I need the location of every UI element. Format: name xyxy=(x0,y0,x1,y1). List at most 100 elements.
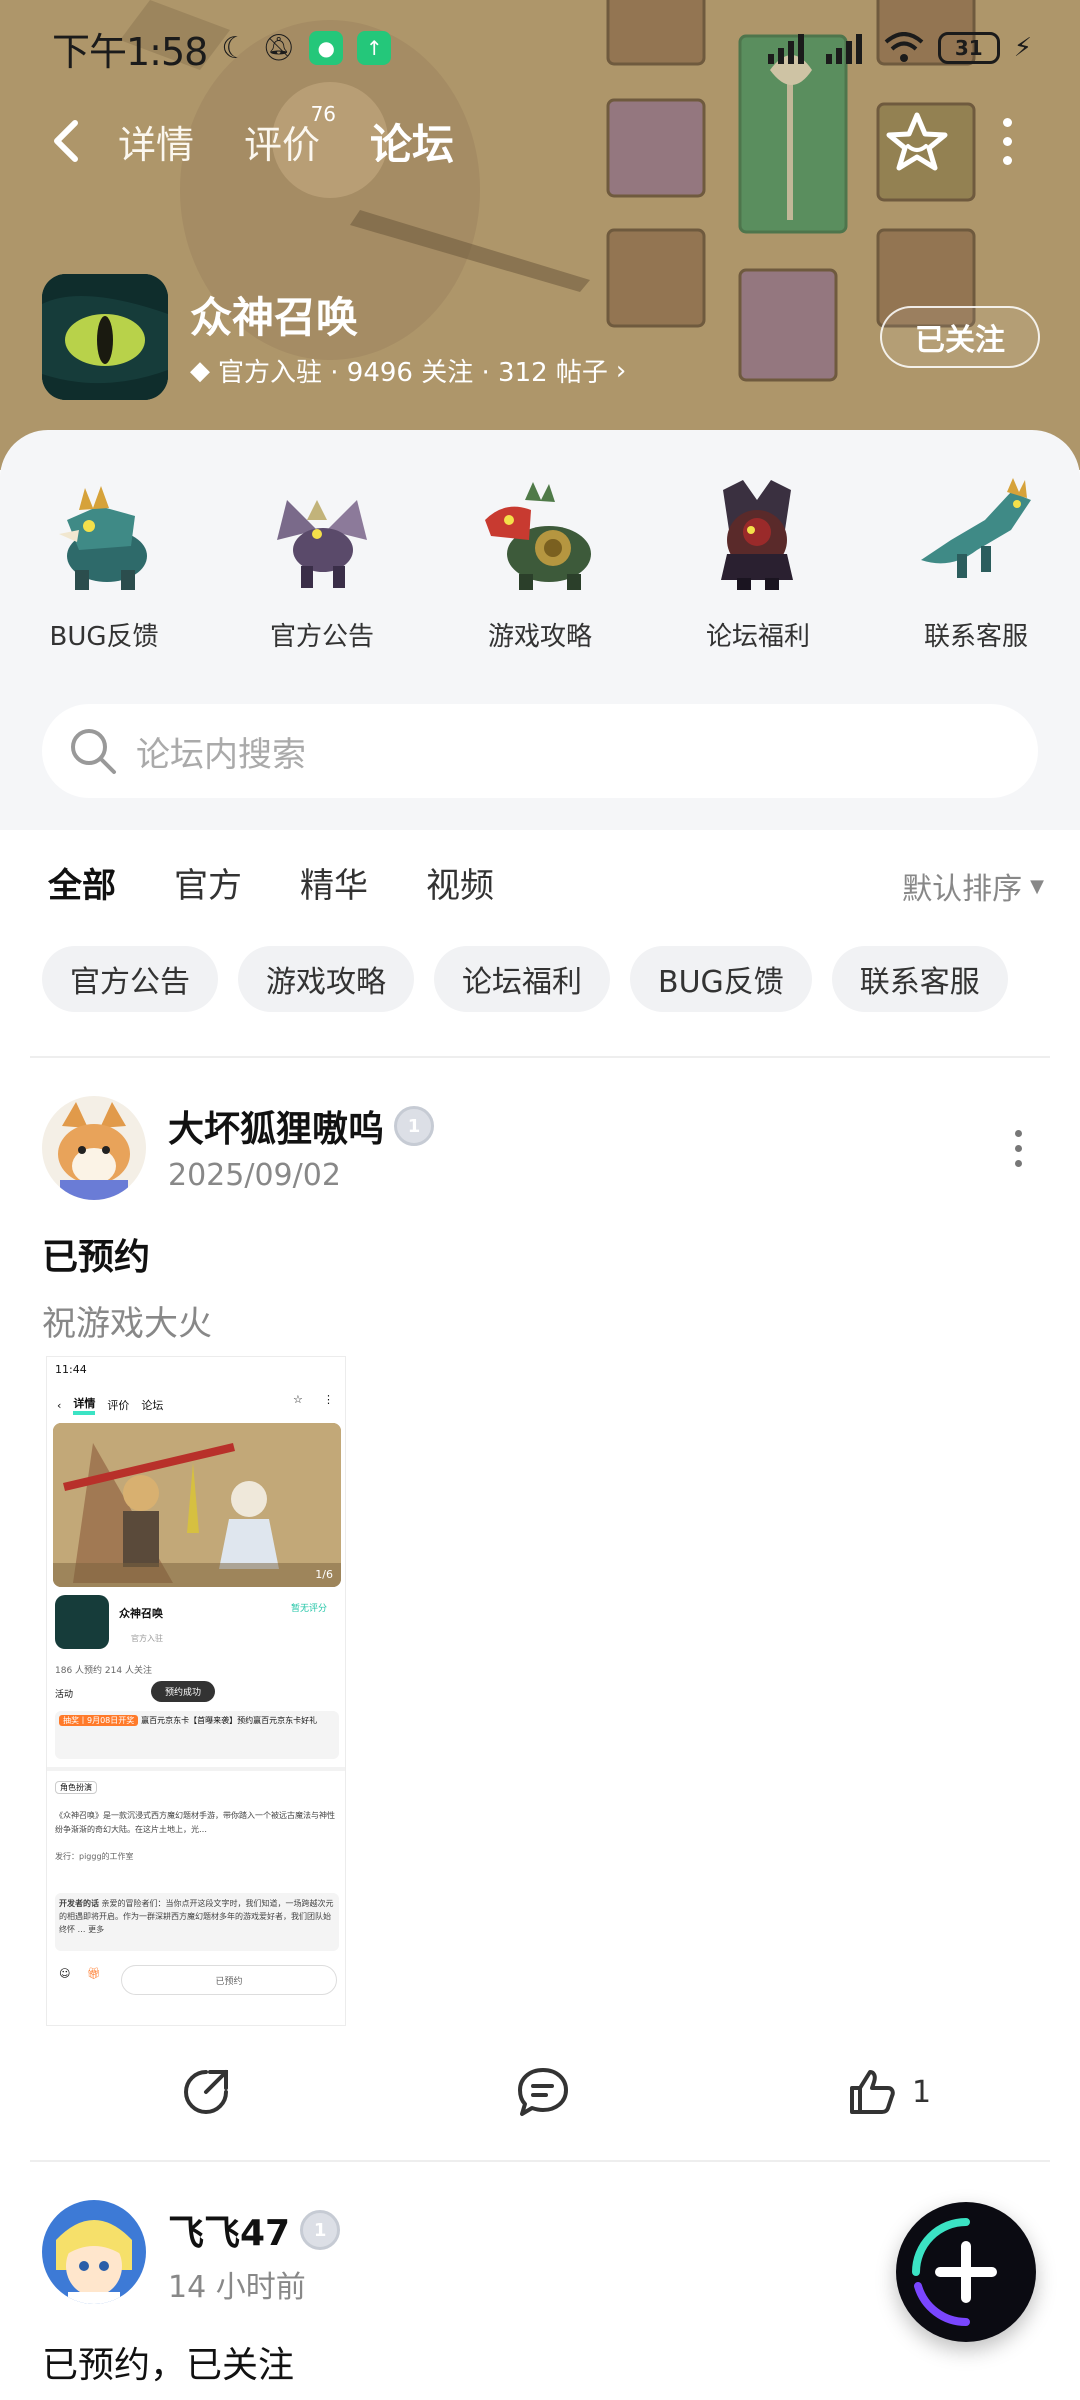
favorite-star-icon[interactable] xyxy=(884,110,950,176)
shot-time: 11:44 xyxy=(55,1363,87,1376)
quick-link-label: 联系客服 xyxy=(923,622,1028,652)
tab-featured[interactable]: 精华 xyxy=(300,858,368,907)
sort-dropdown[interactable]: 默认排序 ▼ xyxy=(902,864,1044,908)
tab-video[interactable]: 视频 xyxy=(426,858,494,907)
tab-reviews[interactable]: 评价 76 xyxy=(244,102,336,169)
post-title[interactable]: 已预约 xyxy=(42,1228,150,1280)
chip-welfare[interactable]: 论坛福利 xyxy=(434,946,610,1012)
shot-dev-note-text: 亲爱的冒险者们：当你点开这段文字时，我们知道，一场跨越次元的相遇即将开启。作为一… xyxy=(59,1899,334,1934)
shot-toast: 预约成功 xyxy=(151,1681,216,1702)
shot-dev: 发行：piggg的工作室 xyxy=(55,1852,134,1861)
tab-details[interactable]: 详情 xyxy=(118,114,194,169)
author-name: 飞飞47 xyxy=(168,2213,291,2254)
create-post-button[interactable] xyxy=(896,2202,1036,2342)
quick-link-label: 官方公告 xyxy=(269,622,374,652)
dragon-bug-icon xyxy=(59,486,147,590)
post-author[interactable]: 飞飞47 1 xyxy=(168,2204,341,2256)
post-body[interactable]: 祝游戏大火 xyxy=(42,1296,212,1345)
shot-dev-note-title: 开发者的话 xyxy=(59,1899,99,1908)
quick-link-label: 游戏攻略 xyxy=(487,622,592,652)
back-button[interactable] xyxy=(46,116,86,166)
share-icon xyxy=(184,2070,228,2114)
quick-link-support[interactable]: 联系客服 xyxy=(886,470,1066,652)
game-info: 众神召唤 ◆ 官方入驻 · 9496 关注 · 312 帖子 › 已关注 xyxy=(42,274,1042,400)
shot-star-icon: ☆ xyxy=(293,1393,303,1406)
shot-game-icon xyxy=(55,1595,109,1649)
quick-link-welfare[interactable]: 论坛福利 xyxy=(668,470,848,652)
shot-role-tag: 角色扮演 xyxy=(55,1781,97,1794)
shot-promo-tag: 抽奖丨9月08日开奖 xyxy=(59,1715,139,1726)
shot-tab: 论坛 xyxy=(141,1399,164,1412)
user-level-badge: 1 xyxy=(394,1106,435,1146)
search-placeholder: 论坛内搜索 xyxy=(136,734,306,775)
diamond-icon: ◆ xyxy=(190,355,210,386)
shot-game-title: 众神召唤 xyxy=(119,1607,163,1620)
quick-link-bug-feedback[interactable]: BUG反馈 xyxy=(14,470,194,652)
more-menu-button[interactable] xyxy=(992,116,1022,166)
quick-link-guides[interactable]: 游戏攻略 xyxy=(450,470,630,652)
game-meta[interactable]: ◆ 官方入驻 · 9496 关注 · 312 帖子 › xyxy=(190,352,626,389)
charging-icon: ⚡ xyxy=(1013,33,1032,63)
quick-links: BUG反馈 官方公告 游戏攻略 论坛福利 联系客服 xyxy=(0,470,1080,652)
post-image-attachment[interactable]: 11:44 ‹ 详情 评价 论坛 ☆ ⋮ 1/6 众神召唤 暂无评分 官方入驻 … xyxy=(46,1356,346,2026)
update-app-icon: ↑ xyxy=(357,31,392,65)
chip-bug-feedback[interactable]: BUG反馈 xyxy=(630,946,812,1012)
signal-icon-2 xyxy=(825,34,862,64)
comment-button[interactable] xyxy=(516,2062,570,2122)
silent-icon: 🔕︎ xyxy=(262,33,296,63)
category-chips: 官方公告 游戏攻略 论坛福利 BUG反馈 联系客服 xyxy=(42,946,1008,1012)
shot-follow: 暂无评分 xyxy=(291,1604,328,1614)
post-author[interactable]: 大坏狐狸嗷呜 1 xyxy=(168,1100,435,1152)
forum-panel: BUG反馈 官方公告 游戏攻略 论坛福利 联系客服 论坛内搜索 xyxy=(0,430,1080,830)
shot-tab: 详情 xyxy=(73,1395,96,1415)
quick-link-announcements[interactable]: 官方公告 xyxy=(232,470,412,652)
chip-announcements[interactable]: 官方公告 xyxy=(42,946,218,1012)
author-name: 大坏狐狸嗷呜 xyxy=(168,1109,385,1150)
chevron-right-icon: › xyxy=(615,355,627,386)
status-bar: 下午1:58 ☾ 🔕︎ ● ↑ 31 ⚡ xyxy=(0,0,1080,96)
forum-search-input[interactable]: 论坛内搜索 xyxy=(42,704,1038,798)
shot-desc: 《众神召唤》是一款沉浸式西方魔幻题材手游，带你踏入一个被远古魔法与神性纷争渐渐的… xyxy=(55,1811,335,1834)
shot-dev-note: 开发者的话 亲爱的冒险者们：当你点开这段文字时，我们知道，一场跨越次元的相遇即将… xyxy=(55,1893,339,1951)
tab-reviews-label: 评价 xyxy=(244,122,321,167)
shot-official: 官方入驻 xyxy=(131,1634,163,1643)
shot-tab: 评价 xyxy=(107,1399,130,1412)
shot-back-icon: ‹ xyxy=(57,1398,62,1412)
top-nav: 详情 评价 76 论坛 xyxy=(0,96,1080,186)
post-title[interactable]: 已预约，已关注 xyxy=(42,2336,294,2388)
quick-link-label: 论坛福利 xyxy=(705,622,810,652)
share-button[interactable] xyxy=(180,2062,232,2122)
dragon-welfare-icon xyxy=(721,480,793,590)
post-header: 飞飞47 1 14 小时前 xyxy=(42,2200,1038,2306)
shot-more-icon: ⋮ xyxy=(323,1393,334,1406)
shot-image-counter: 1/6 xyxy=(315,1568,333,1581)
like-button[interactable]: 1 xyxy=(846,2062,931,2122)
like-count: 1 xyxy=(912,2074,932,2110)
dragon-announce-icon xyxy=(277,500,367,588)
avatar[interactable] xyxy=(42,1096,146,1200)
battery-icon: 31 xyxy=(937,32,1000,64)
game-title: 众神召唤 xyxy=(190,293,359,342)
search-icon xyxy=(71,729,116,774)
shot-promo: 抽奖丨9月08日开奖 赢百元京东卡【首曝来袭】预约赢百元京东卡好礼 xyxy=(55,1711,339,1759)
follow-button[interactable]: 已关注 xyxy=(880,306,1040,368)
sort-label: 默认排序 xyxy=(902,872,1023,907)
chat-app-icon: ● xyxy=(309,31,344,65)
post-date: 2025/09/02 xyxy=(168,1158,341,1193)
game-meta-text: 官方入驻 · 9496 关注 · 312 帖子 xyxy=(218,358,608,388)
tab-forum[interactable]: 论坛 xyxy=(370,111,455,172)
avatar[interactable] xyxy=(42,2200,146,2304)
filter-tabs: 全部 官方 精华 视频 默认排序 ▼ xyxy=(0,830,1080,930)
shot-gift-icon: 🎁︎ xyxy=(87,1967,101,1980)
post-actions: 1 xyxy=(0,2050,1080,2134)
post-more-button[interactable] xyxy=(1012,1130,1024,1170)
post-header: 大坏狐狸嗷呜 1 2025/09/02 xyxy=(42,1096,1038,1202)
chip-guides[interactable]: 游戏攻略 xyxy=(238,946,414,1012)
post-date: 14 小时前 xyxy=(168,2270,306,2305)
shot-stats: 186 人预约 214 人关注 xyxy=(55,1666,152,1676)
divider xyxy=(30,2160,1050,2162)
chip-support[interactable]: 联系客服 xyxy=(831,946,1008,1012)
signal-icon xyxy=(767,34,804,64)
tab-official[interactable]: 官方 xyxy=(174,858,242,907)
tab-all[interactable]: 全部 xyxy=(48,858,116,907)
